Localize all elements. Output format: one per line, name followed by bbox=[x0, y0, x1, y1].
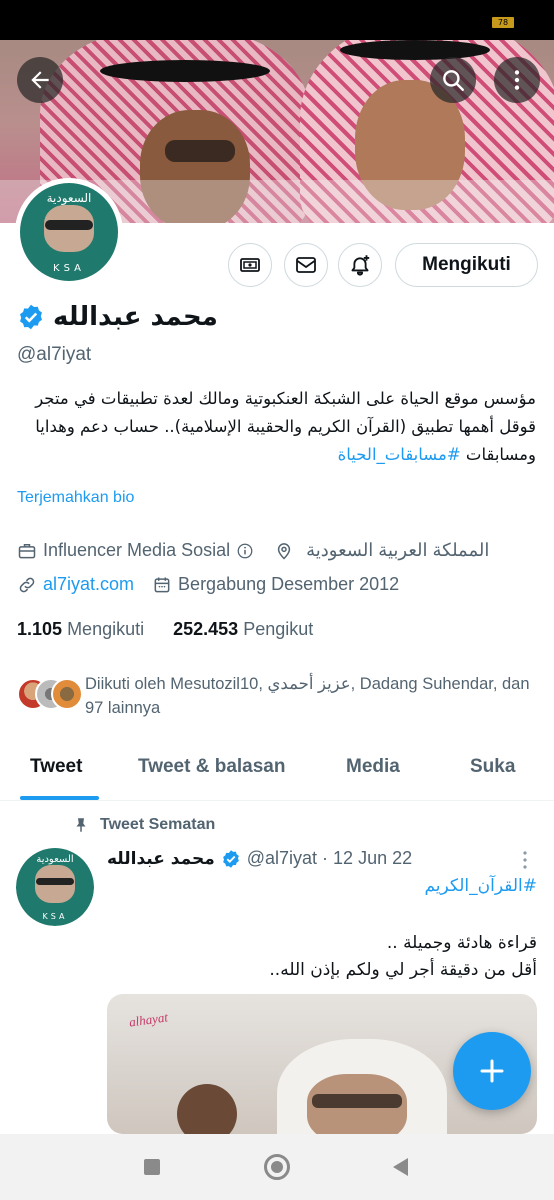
username-handle: @al7iyat bbox=[17, 344, 92, 365]
message-button[interactable] bbox=[284, 243, 328, 287]
avatar-caption-top: السعودية bbox=[36, 854, 74, 866]
notify-button[interactable] bbox=[338, 243, 382, 287]
back-triangle-icon[interactable] bbox=[393, 1158, 408, 1176]
envelope-icon bbox=[296, 257, 316, 273]
recent-apps-icon[interactable] bbox=[144, 1159, 160, 1175]
follow-counts: 1.105 Mengikuti 252.453 Pengikut bbox=[17, 619, 313, 640]
media-watermark: alhayat bbox=[128, 1009, 169, 1030]
back-button[interactable] bbox=[17, 57, 63, 103]
arrow-left-icon bbox=[31, 71, 49, 89]
website-link[interactable]: al7iyat.com bbox=[43, 574, 134, 595]
calendar-icon bbox=[152, 575, 172, 595]
name-row: محمد عبدالله bbox=[17, 302, 218, 332]
tweet-author-name[interactable]: محمد عبدالله bbox=[107, 849, 215, 869]
avatar-caption-top: السعودية bbox=[46, 190, 92, 205]
location-pin-icon bbox=[274, 541, 294, 561]
search-button[interactable] bbox=[430, 57, 476, 103]
verified-badge-icon bbox=[20, 304, 42, 330]
bell-plus-icon bbox=[351, 255, 370, 276]
tab-media[interactable]: Media bbox=[346, 756, 400, 778]
tip-button[interactable] bbox=[228, 243, 272, 287]
tab-tweets-replies[interactable]: Tweet & balasan bbox=[138, 756, 285, 778]
followers-link[interactable]: 252.453 Pengikut bbox=[173, 619, 313, 639]
mutual-avatar bbox=[51, 678, 83, 710]
pinned-label: Tweet Sematan bbox=[100, 816, 216, 833]
profile-bio: مؤسس موقع الحياة على الشبكة العنكبوتية و… bbox=[16, 385, 536, 469]
more-vertical-icon bbox=[523, 851, 527, 869]
system-navigation-bar bbox=[0, 1134, 554, 1200]
bio-text: مؤسس موقع الحياة على الشبكة العنكبوتية و… bbox=[35, 389, 536, 464]
battery-icon: 78 bbox=[492, 17, 514, 28]
tweet-hashtag-link[interactable]: #القرآن_الكريم bbox=[424, 876, 537, 896]
display-name: محمد عبدالله bbox=[53, 302, 218, 332]
plus-icon bbox=[480, 1059, 504, 1083]
profile-avatar[interactable]: السعودية KSA bbox=[15, 178, 123, 286]
mutual-avatars bbox=[17, 672, 83, 710]
avatar-caption-bottom: KSA bbox=[42, 911, 68, 921]
pin-icon bbox=[76, 818, 86, 832]
active-tab-indicator bbox=[20, 796, 99, 800]
profile-meta-row-2: al7iyat.com Bergabung Desember 2012 bbox=[17, 574, 399, 595]
following-link[interactable]: 1.105 Mengikuti bbox=[17, 619, 144, 639]
avatar-caption-bottom: KSA bbox=[53, 263, 85, 275]
more-options-button[interactable] bbox=[494, 57, 540, 103]
tweet-text: قراءة هادئة وجميلة .. أقل من دقيقة أجر ل… bbox=[269, 933, 537, 980]
tweet-meta: @al7iyat · 12 Jun 22 bbox=[246, 848, 413, 868]
verified-badge-icon bbox=[222, 849, 239, 868]
briefcase-icon bbox=[17, 541, 37, 561]
money-icon bbox=[240, 258, 260, 272]
followed-by-row[interactable]: Diikuti oleh Mesutozil10, عزيز أحمدي, Da… bbox=[17, 672, 537, 720]
tweet-author-avatar[interactable]: السعودية KSA bbox=[16, 848, 94, 926]
join-date: Bergabung Desember 2012 bbox=[178, 574, 400, 594]
profile-category: Influencer Media Sosial bbox=[43, 540, 231, 560]
profile-tabs: Tweet Tweet & balasan Media Suka bbox=[0, 740, 554, 801]
profile-meta-row: Influencer Media Sosial المملكة العربية … bbox=[17, 540, 489, 561]
translate-bio-link[interactable]: Terjemahkan bio bbox=[17, 489, 134, 507]
status-bar: 78 bbox=[0, 0, 554, 40]
following-button[interactable]: Mengikuti bbox=[395, 243, 538, 287]
search-icon bbox=[443, 70, 464, 91]
bio-hashtag-link[interactable]: #مسابقات_الحياة bbox=[338, 445, 461, 464]
profile-location: المملكة العربية السعودية bbox=[306, 540, 490, 560]
tweet-header: محمد عبدالله @al7iyat · 12 Jun 22 bbox=[107, 848, 527, 869]
compose-tweet-button[interactable] bbox=[453, 1032, 531, 1110]
pinned-indicator: Tweet Sematan bbox=[72, 816, 215, 834]
followed-by-text: Diikuti oleh Mesutozil10, عزيز أحمدي, Da… bbox=[85, 675, 530, 717]
tweet-options-button[interactable] bbox=[520, 850, 530, 874]
link-icon bbox=[17, 575, 37, 595]
home-icon[interactable] bbox=[264, 1154, 290, 1180]
more-vertical-icon bbox=[514, 70, 520, 90]
info-icon[interactable] bbox=[236, 542, 254, 560]
tab-tweets[interactable]: Tweet bbox=[30, 756, 82, 778]
tab-likes[interactable]: Suka bbox=[470, 756, 515, 778]
